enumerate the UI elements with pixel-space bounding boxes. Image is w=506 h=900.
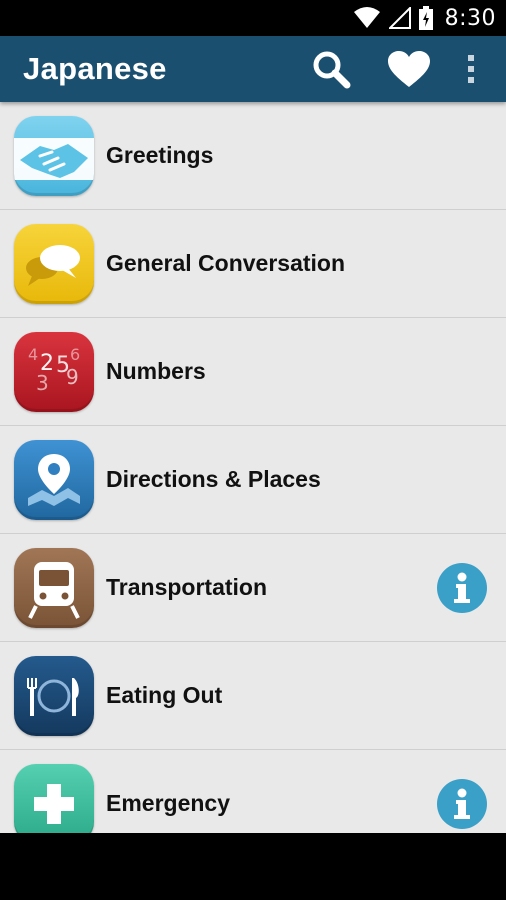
info-button[interactable]	[437, 778, 487, 829]
search-button[interactable]	[292, 36, 370, 102]
search-icon	[313, 51, 351, 89]
overflow-menu-button[interactable]	[448, 36, 494, 102]
info-icon	[454, 788, 470, 819]
category-item-directions-places[interactable]: Directions & Places	[0, 426, 506, 534]
category-label: Eating Out	[106, 682, 223, 708]
svg-text:3: 3	[36, 371, 49, 395]
category-item-transportation[interactable]: Transportation	[0, 534, 506, 642]
category-item-emergency[interactable]: Emergency	[0, 750, 506, 833]
svg-text:4: 4	[28, 345, 38, 364]
svg-text:9: 9	[66, 365, 79, 389]
speech-bubbles-icon	[14, 223, 94, 304]
signal-icon	[388, 7, 411, 29]
info-button[interactable]	[437, 562, 487, 613]
category-list: Greetings General Conversation 2 5 9 6 4…	[0, 102, 506, 833]
category-item-eating-out[interactable]: Eating Out	[0, 642, 506, 750]
overflow-menu-icon	[468, 55, 474, 83]
app-bar: Japanese	[0, 36, 506, 102]
heart-icon	[388, 51, 430, 87]
category-item-greetings[interactable]: Greetings	[0, 102, 506, 210]
status-time: 8:30	[444, 5, 496, 31]
numbers-icon: 2 5 9 6 4 3	[14, 331, 94, 412]
medical-cross-icon	[14, 763, 94, 833]
svg-text:6: 6	[70, 345, 80, 364]
category-label: Directions & Places	[106, 466, 321, 492]
wifi-icon	[353, 7, 381, 29]
favorites-button[interactable]	[370, 36, 448, 102]
info-icon	[454, 572, 470, 603]
battery-charging-icon	[418, 6, 433, 30]
status-bar: 8:30	[0, 0, 506, 36]
plate-fork-knife-icon	[14, 655, 94, 736]
app-title: Japanese	[23, 51, 167, 86]
category-label: Greetings	[106, 142, 214, 168]
category-item-general-conversation[interactable]: General Conversation	[0, 210, 506, 318]
handshake-icon	[14, 115, 94, 196]
map-pin-icon	[14, 439, 94, 520]
category-label: Emergency	[106, 790, 231, 816]
system-navigation-bar	[0, 833, 506, 900]
category-item-numbers[interactable]: 2 5 9 6 4 3 Numbers	[0, 318, 506, 426]
category-label: Transportation	[106, 574, 268, 600]
train-icon	[14, 547, 94, 628]
category-label: Numbers	[106, 358, 206, 384]
category-label: General Conversation	[106, 250, 346, 276]
